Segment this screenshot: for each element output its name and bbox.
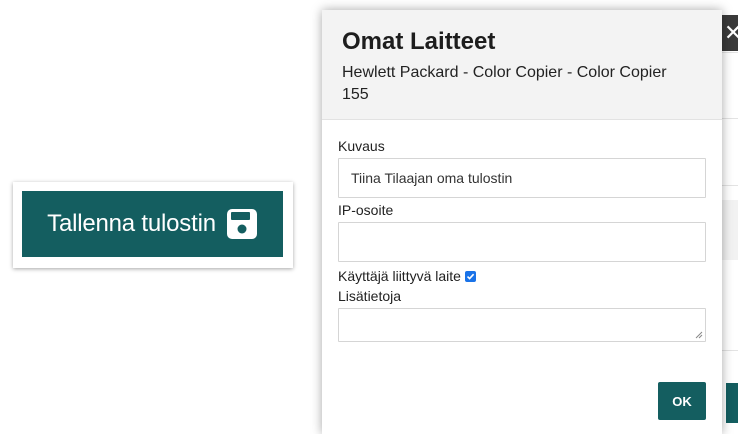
button-preview: Tallenna tulostin xyxy=(13,182,293,268)
extra-info-textarea[interactable] xyxy=(338,308,706,342)
floppy-disk-icon xyxy=(226,208,258,240)
dialog-title: Omat Laitteet xyxy=(342,28,496,55)
dialog-body: Kuvaus IP-osoite Käyttäjä liittyvä laite… xyxy=(322,120,722,342)
close-icon[interactable]: ✕ xyxy=(720,15,738,51)
save-printer-button-label: Tallenna tulostin xyxy=(47,210,216,237)
ip-address-label: IP-osoite xyxy=(338,202,394,218)
description-label: Kuvaus xyxy=(338,138,385,154)
resize-handle-icon[interactable] xyxy=(695,331,703,339)
dialog-header: Omat Laitteet Hewlett Packard - Color Co… xyxy=(322,10,722,120)
dialog-subtitle: Hewlett Packard - Color Copier - Color C… xyxy=(342,64,667,103)
device-dialog: Omat Laitteet Hewlett Packard - Color Co… xyxy=(322,10,722,434)
ip-address-input[interactable] xyxy=(338,222,706,262)
user-device-label: Käyttäjä liittyvä laite xyxy=(338,268,461,284)
user-device-row: Käyttäjä liittyvä laite xyxy=(338,268,706,284)
save-printer-button[interactable]: Tallenna tulostin xyxy=(22,191,283,257)
ok-button[interactable]: OK xyxy=(658,382,706,420)
extra-info-label: Lisätietoja xyxy=(338,288,402,304)
user-device-checkbox[interactable] xyxy=(464,270,476,282)
background-button xyxy=(726,383,738,423)
description-input[interactable] xyxy=(338,158,706,198)
